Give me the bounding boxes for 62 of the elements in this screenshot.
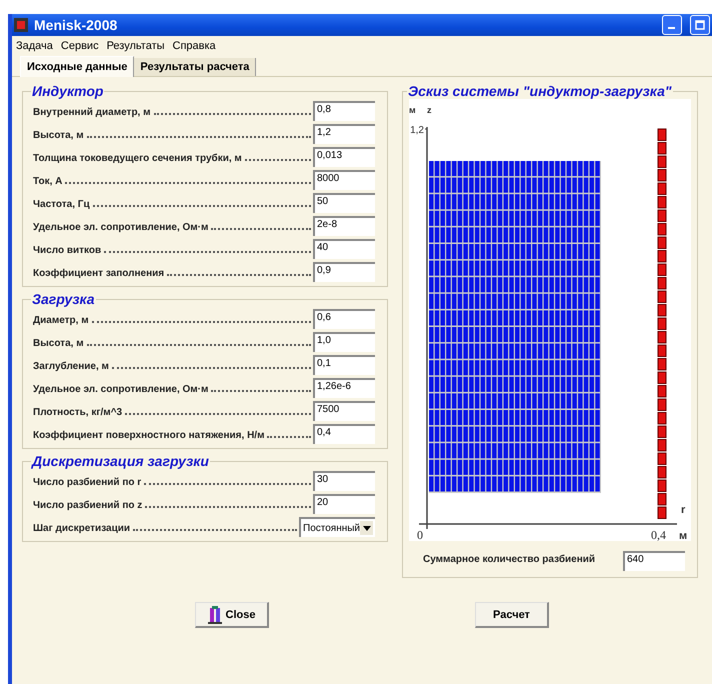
maximize-icon [695,20,705,30]
field-label: Толщина токоведущего сечения трубки, м [33,153,242,166]
menu-item[interactable]: Сервис [60,40,99,52]
input-field[interactable]: 0,6 [313,309,375,329]
field-label: Число разбиений по z [33,500,142,513]
maximize-button[interactable] [690,15,710,35]
field-label: Коэффициент заполнения [33,268,164,281]
input-field[interactable]: 2e-8 [313,216,375,236]
input-field[interactable]: 0,4 [313,424,375,444]
tick-label: 0 [417,528,423,541]
input-field[interactable]: 30 [313,471,375,491]
input-field[interactable]: 40 [313,239,375,259]
field-label: Коэффициент поверхностного натяжения, Н/м [33,430,264,443]
menu-item[interactable]: Результаты [106,40,165,52]
axis-unit: м [679,530,688,541]
group-title: Дискретизация загрузки [31,453,210,469]
input-field[interactable]: 8000 [313,170,375,190]
app-icon [14,18,28,32]
tab[interactable]: Исходные данные [20,56,134,77]
field-label: Число разбиений по r [33,477,142,490]
dropdown[interactable]: Постоянный [299,517,375,537]
field-label: Удельное эл. сопротивление, Ом·м [33,222,208,235]
field-label: Шаг дискретизации [33,523,130,536]
tick-label: 0,4 [651,528,666,541]
field-label: Высота, м [33,338,84,351]
axis-label: z [427,105,432,115]
door-icon [208,606,222,624]
menu-item[interactable]: Справка [172,40,216,52]
minimize-button[interactable] [662,15,682,35]
window-title: Menisk-2008 [34,17,118,33]
field-label: Высота, м [33,130,84,143]
field-label: Плотность, кг/м^3 [33,407,122,420]
input-field[interactable]: 1,0 [313,332,375,352]
close-button[interactable]: Close [195,602,269,628]
field-label: Удельное эл. сопротивление, Ом·м [33,384,208,397]
input-field[interactable]: 0,013 [313,147,375,167]
axis-unit: м [409,105,416,115]
group-title: Эскиз системы "индуктор-загрузка" [407,83,672,99]
input-field[interactable]: 50 [313,193,375,213]
input-field[interactable]: 1,2 [313,124,375,144]
field-label: Внутренний диаметр, м [33,107,151,120]
menu-item[interactable]: Задача [16,40,53,52]
field-label: Диаметр, м [33,315,89,328]
axis-label: r [681,504,686,516]
group-title: Загрузка [31,291,96,307]
input-field[interactable]: 7500 [313,401,375,421]
input-field[interactable]: 0,1 [313,355,375,375]
tick-label: 1,2 [410,125,424,136]
tab[interactable]: Результаты расчета [134,58,256,76]
field-label: Частота, Гц [33,199,90,212]
input-field[interactable]: 0,8 [313,101,375,121]
field-label: Заглубление, м [33,361,109,374]
input-field[interactable]: 0,9 [313,262,375,282]
field-label: Число витков [33,245,102,258]
input-field[interactable]: 20 [313,494,375,514]
field-label: Ток, А [33,176,62,189]
input-field[interactable]: 1,26e-6 [313,378,375,398]
caret-icon [362,526,370,530]
input-field[interactable]: 640 [623,551,685,571]
calculate-button[interactable]: Расчет [475,602,549,628]
group-title: Индуктор [31,83,104,99]
field-label: Суммарное количество разбиений [423,554,596,567]
